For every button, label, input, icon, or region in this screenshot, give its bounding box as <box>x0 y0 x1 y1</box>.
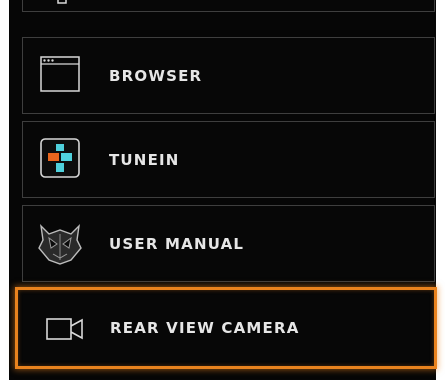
menu-item-browser[interactable]: BROWSER <box>22 37 435 114</box>
menu-item-label: TUNEIN <box>109 150 180 169</box>
menu-item-label: BROWSER <box>109 66 203 85</box>
menu-item-label: REAR VIEW CAMERA <box>110 319 300 337</box>
user-manual-icon <box>38 224 82 265</box>
menu-item-rear-view-camera[interactable]: REAR VIEW CAMERA <box>15 287 437 369</box>
tunein-icon <box>40 138 80 178</box>
menu-item-tunein[interactable]: TUNEIN <box>22 121 435 198</box>
camera-icon <box>46 318 83 340</box>
menu-item-label: USER MANUAL <box>109 234 245 253</box>
menu-item-user-manual[interactable]: USER MANUAL <box>22 205 435 282</box>
browser-window-icon <box>40 56 80 92</box>
menu-item-partial[interactable] <box>22 0 435 12</box>
monitor-icon <box>57 0 67 4</box>
